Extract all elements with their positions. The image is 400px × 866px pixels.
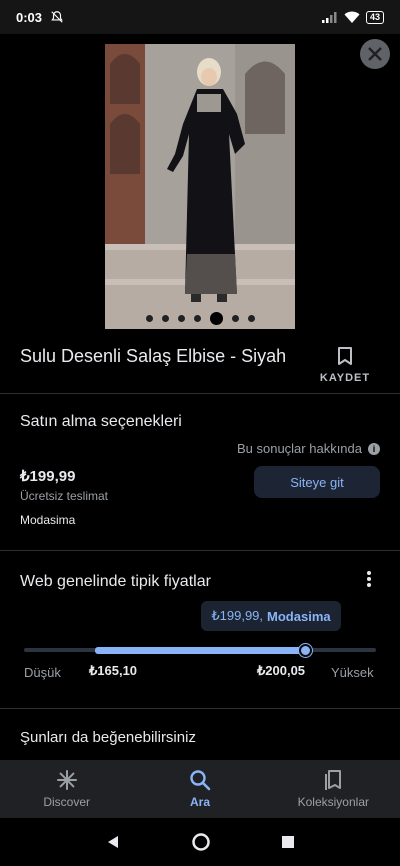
high-label: Yüksek — [331, 665, 374, 680]
bookmark-icon — [338, 347, 352, 365]
search-icon — [190, 770, 211, 791]
offer-price: ₺199,99 — [20, 468, 76, 485]
image-pagination[interactable] — [105, 312, 295, 325]
nav-search[interactable]: Ara — [133, 760, 266, 818]
signal-icon — [321, 12, 337, 23]
product-photo — [105, 44, 295, 329]
system-navigation — [0, 818, 400, 866]
about-results-label: Bu sonuçlar hakkında — [236, 441, 362, 456]
pagination-dot[interactable] — [145, 315, 153, 322]
info-icon: i — [368, 442, 380, 455]
asterisk-icon — [56, 770, 77, 790]
range-high-value: ₺200,05 — [257, 663, 306, 678]
price-range-fill — [95, 647, 305, 654]
more-options-icon[interactable] — [362, 570, 376, 588]
range-low-value: ₺165,10 — [89, 663, 138, 678]
pagination-dot-active[interactable] — [209, 312, 223, 325]
status-time: 0:03 — [16, 9, 43, 25]
purchase-options-title: Satın alma seçenekleri — [20, 413, 182, 430]
save-label: KAYDET — [319, 372, 371, 384]
nav-label: Koleksiyonlar — [297, 795, 369, 809]
pagination-dot[interactable] — [193, 315, 201, 322]
delivery-info: Ücretsiz teslimat — [20, 489, 109, 503]
wifi-icon — [344, 11, 360, 23]
tooltip-price: ₺199,99, — [211, 608, 264, 623]
tooltip-merchant: Modasima — [267, 608, 331, 624]
nav-discover[interactable]: Discover — [0, 760, 133, 818]
pagination-dot[interactable] — [231, 315, 239, 322]
divider — [0, 708, 400, 709]
product-image[interactable] — [105, 44, 295, 329]
product-title: Sulu Desenli Salaş Elbise - Siyah — [20, 346, 287, 366]
save-button[interactable]: KAYDET — [318, 346, 372, 384]
recents-icon[interactable] — [281, 835, 295, 849]
status-bar: 0:03 43 — [0, 0, 400, 34]
merchant-name[interactable]: Modasima — [20, 513, 75, 527]
notifications-off-icon — [51, 11, 63, 23]
similar-items-title: Şunları da beğenebilirsiniz — [20, 729, 196, 746]
battery-indicator: 43 — [365, 10, 384, 24]
nav-label: Discover — [43, 795, 90, 809]
pagination-dot[interactable] — [247, 315, 255, 322]
about-results-link[interactable]: Bu sonuçlar hakkında i — [237, 441, 380, 456]
divider — [0, 550, 400, 551]
status-icons: 43 — [321, 10, 384, 24]
nav-collections[interactable]: Koleksiyonlar — [267, 760, 400, 818]
back-icon[interactable] — [105, 834, 121, 850]
divider — [0, 393, 400, 394]
close-icon — [368, 47, 382, 61]
pagination-dot[interactable] — [161, 315, 169, 322]
low-label: Düşük — [24, 665, 61, 680]
home-icon[interactable] — [191, 832, 211, 852]
collections-icon — [325, 770, 342, 790]
go-to-site-button[interactable]: Siteye git — [254, 466, 380, 498]
close-button[interactable] — [360, 39, 390, 69]
price-tooltip: ₺199,99, Modasima — [201, 601, 341, 631]
price-marker — [299, 644, 312, 657]
nav-label: Ara — [189, 795, 210, 809]
bottom-navigation: Discover Ara Koleksiyonlar — [0, 760, 400, 818]
typical-prices-title: Web genelinde tipik fiyatlar — [20, 573, 211, 590]
pagination-dot[interactable] — [177, 315, 185, 322]
